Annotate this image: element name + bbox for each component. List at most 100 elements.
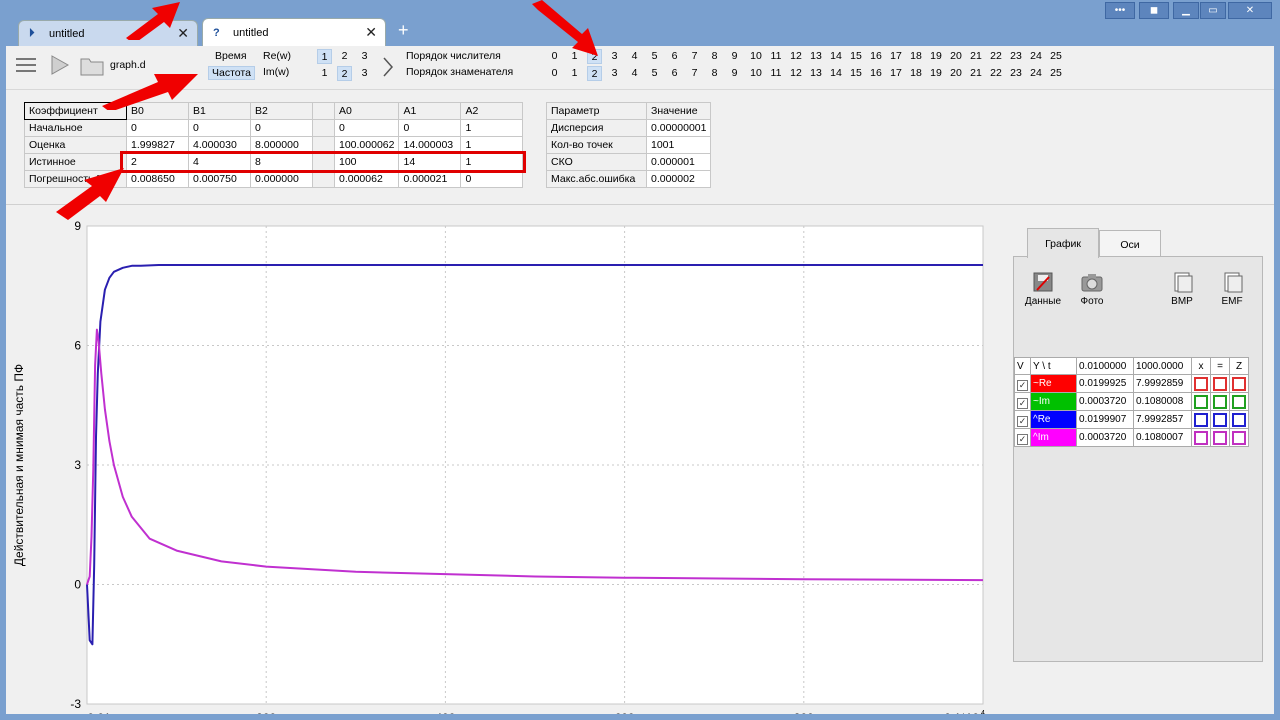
close-window-icon[interactable]: ✕ — [1228, 2, 1272, 19]
table-cell[interactable]: 0 — [250, 119, 313, 137]
new-tab-button[interactable]: + — [398, 20, 409, 41]
toggle-z[interactable] — [1229, 428, 1249, 447]
denominator-order-9[interactable]: 9 — [727, 66, 742, 81]
table-cell[interactable]: 0 — [126, 119, 189, 137]
denominator-order-11[interactable]: 11 — [767, 66, 785, 81]
data-button[interactable]: Данные — [1020, 271, 1066, 307]
table-cell[interactable]: 0 — [460, 170, 524, 188]
visibility-checkbox[interactable]: ✓ — [1014, 392, 1031, 411]
denominator-order-22[interactable]: 22 — [987, 66, 1005, 81]
visibility-checkbox[interactable]: ✓ — [1014, 428, 1031, 447]
denominator-order-2[interactable]: 2 — [587, 66, 602, 81]
denominator-order-25[interactable]: 25 — [1047, 66, 1065, 81]
denominator-order-19[interactable]: 19 — [927, 66, 945, 81]
tab-axes[interactable]: Оси — [1099, 230, 1161, 258]
numerator-order-7[interactable]: 7 — [687, 49, 702, 64]
numerator-order-24[interactable]: 24 — [1027, 49, 1045, 64]
table-cell[interactable]: 0.000002 — [645, 170, 712, 188]
table-cell[interactable]: 0.000750 — [188, 170, 251, 188]
denominator-order-1[interactable]: 1 — [567, 66, 582, 81]
numerator-order-14[interactable]: 14 — [827, 49, 845, 64]
denominator-order-16[interactable]: 16 — [867, 66, 885, 81]
denominator-order-7[interactable]: 7 — [687, 66, 702, 81]
denominator-order-6[interactable]: 6 — [667, 66, 682, 81]
table-cell[interactable]: 0 — [333, 119, 400, 137]
table-cell[interactable]: 0.000021 — [398, 170, 462, 188]
numerator-order-4[interactable]: 4 — [627, 49, 642, 64]
small-order-1-1[interactable]: 1 — [317, 49, 332, 64]
numerator-order-10[interactable]: 10 — [747, 49, 765, 64]
mode-time[interactable]: Время — [215, 50, 247, 62]
mode-frequency[interactable]: Частота — [208, 66, 255, 80]
table-cell[interactable]: 1001 — [645, 136, 712, 154]
maximize-icon[interactable]: ▭ — [1200, 2, 1226, 19]
table-cell[interactable]: 0.000062 — [333, 170, 400, 188]
numerator-order-21[interactable]: 21 — [967, 49, 985, 64]
func-im[interactable]: Im(w) — [263, 66, 289, 78]
tab-graph[interactable]: График — [1027, 228, 1099, 258]
numerator-order-18[interactable]: 18 — [907, 49, 925, 64]
denominator-order-3[interactable]: 3 — [607, 66, 622, 81]
chevron-right-icon[interactable] — [381, 56, 395, 78]
toggle-x[interactable] — [1191, 428, 1211, 447]
toggle-z[interactable] — [1229, 374, 1249, 393]
small-order-2-3[interactable]: 3 — [357, 66, 372, 81]
small-order-1-3[interactable]: 3 — [357, 49, 372, 64]
numerator-order-8[interactable]: 8 — [707, 49, 722, 64]
toggle-eq[interactable] — [1210, 374, 1230, 393]
table-cell[interactable]: 0 — [398, 119, 462, 137]
numerator-order-5[interactable]: 5 — [647, 49, 662, 64]
numerator-order-16[interactable]: 16 — [867, 49, 885, 64]
small-order-2-1[interactable]: 1 — [317, 66, 332, 81]
bmp-button[interactable]: BMP — [1164, 271, 1200, 307]
toggle-x[interactable] — [1191, 392, 1211, 411]
table-cell[interactable]: 0.000000 — [250, 170, 313, 188]
denominator-order-12[interactable]: 12 — [787, 66, 805, 81]
numerator-order-12[interactable]: 12 — [787, 49, 805, 64]
tab-untitled-2[interactable]: ? untitled ✕ — [202, 18, 386, 46]
toggle-x[interactable] — [1191, 374, 1211, 393]
denominator-order-0[interactable]: 0 — [547, 66, 562, 81]
numerator-order-11[interactable]: 11 — [767, 49, 785, 64]
numerator-order-6[interactable]: 6 — [667, 49, 682, 64]
numerator-order-19[interactable]: 19 — [927, 49, 945, 64]
small-order-1-2[interactable]: 2 — [337, 49, 352, 64]
denominator-order-5[interactable]: 5 — [647, 66, 662, 81]
denominator-order-4[interactable]: 4 — [627, 66, 642, 81]
denominator-order-21[interactable]: 21 — [967, 66, 985, 81]
func-re[interactable]: Re(w) — [263, 50, 291, 62]
numerator-order-22[interactable]: 22 — [987, 49, 1005, 64]
denominator-order-17[interactable]: 17 — [887, 66, 905, 81]
denominator-order-20[interactable]: 20 — [947, 66, 965, 81]
photo-button[interactable]: Фото — [1072, 271, 1112, 307]
denominator-order-13[interactable]: 13 — [807, 66, 825, 81]
denominator-order-10[interactable]: 10 — [747, 66, 765, 81]
numerator-order-20[interactable]: 20 — [947, 49, 965, 64]
numerator-order-13[interactable]: 13 — [807, 49, 825, 64]
denominator-order-18[interactable]: 18 — [907, 66, 925, 81]
toggle-eq[interactable] — [1210, 410, 1230, 429]
table-cell[interactable]: 1 — [460, 119, 524, 137]
more-icon[interactable]: ••• — [1105, 2, 1135, 19]
play-icon[interactable] — [50, 54, 70, 76]
numerator-order-25[interactable]: 25 — [1047, 49, 1065, 64]
denominator-order-24[interactable]: 24 — [1027, 66, 1045, 81]
numerator-order-23[interactable]: 23 — [1007, 49, 1025, 64]
toggle-z[interactable] — [1229, 410, 1249, 429]
minimize-icon[interactable]: ▁ — [1173, 2, 1199, 19]
small-order-2-2[interactable]: 2 — [337, 66, 352, 81]
table-cell[interactable]: 0.00000001 — [645, 119, 712, 137]
numerator-order-17[interactable]: 17 — [887, 49, 905, 64]
visibility-checkbox[interactable]: ✓ — [1014, 374, 1031, 393]
toggle-eq[interactable] — [1210, 392, 1230, 411]
denominator-order-23[interactable]: 23 — [1007, 66, 1025, 81]
denominator-order-14[interactable]: 14 — [827, 66, 845, 81]
visibility-checkbox[interactable]: ✓ — [1014, 410, 1031, 429]
toggle-z[interactable] — [1229, 392, 1249, 411]
table-cell[interactable]: 0.000001 — [645, 153, 712, 171]
screenshot-icon[interactable]: ◼ — [1139, 2, 1169, 19]
denominator-order-8[interactable]: 8 — [707, 66, 722, 81]
numerator-order-9[interactable]: 9 — [727, 49, 742, 64]
table-cell[interactable]: 0 — [188, 119, 251, 137]
menu-icon[interactable] — [16, 56, 36, 74]
